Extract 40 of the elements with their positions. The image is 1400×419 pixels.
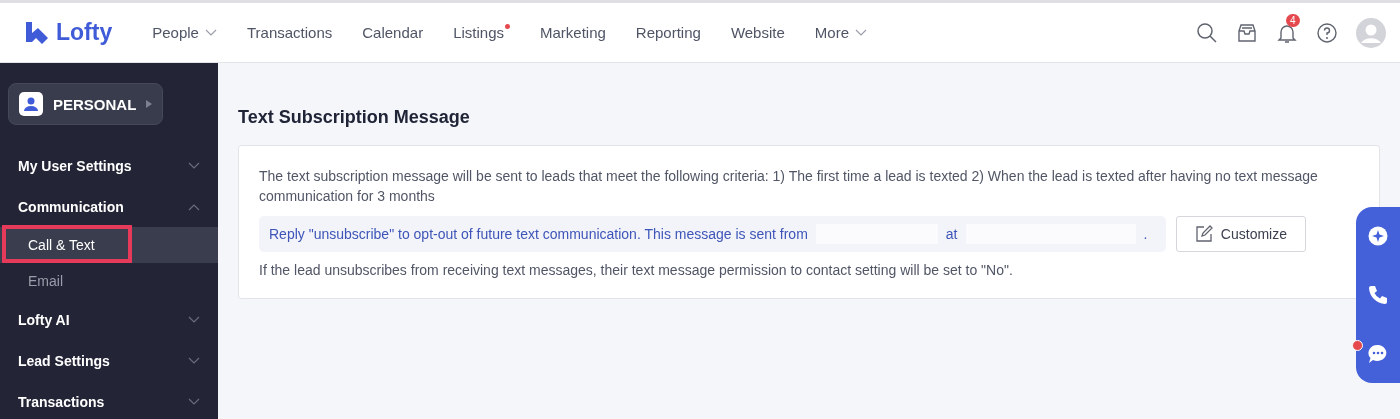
search-icon[interactable] (1196, 21, 1218, 44)
brand-name: Lofty (56, 19, 113, 46)
sidebar-section[interactable]: Transactions (0, 381, 218, 419)
notification-dot (505, 24, 510, 29)
nav-item[interactable]: More (814, 24, 867, 41)
nav-item[interactable]: People (152, 24, 217, 41)
chat-icon[interactable] (1367, 342, 1389, 365)
nav-item[interactable]: Reporting (635, 24, 701, 41)
footnote-text: If the lead unsubscribes from receiving text messages, their text message permission to contact setting will be set to "No". (259, 262, 1014, 278)
sidebar-section[interactable]: Communication (0, 186, 218, 227)
sidebar-section[interactable]: Lead Settings (0, 340, 218, 381)
chevron-icon (188, 315, 200, 324)
nav-item[interactable]: Transactions (246, 24, 333, 41)
account-switcher[interactable]: PERSONAL (8, 83, 164, 125)
phone-icon[interactable] (1367, 284, 1389, 306)
message-preview: Reply "unsubscribe" to opt-out of future text communication. This message is sent from at . (259, 216, 1166, 252)
sidebar-item[interactable]: Email (0, 263, 218, 299)
chevron-icon (188, 397, 200, 406)
nav-item[interactable]: Marketing (540, 24, 606, 41)
sidebar-section[interactable]: Lofty AI (0, 299, 218, 340)
customize-button[interactable]: Customize (1175, 216, 1306, 252)
nav-item[interactable]: Calendar (362, 24, 424, 41)
description-text: The text subscription message will be sent to leads that meet the following criteria: 1) The first time a lead is texted 2) When the lead is texted after having no text message communication for 3 months (259, 167, 1319, 206)
nav-item[interactable]: Website (730, 24, 785, 41)
sparkle-icon[interactable] (1367, 225, 1389, 248)
caret-icon (146, 100, 153, 108)
chevron-icon (188, 202, 200, 211)
logo-icon (24, 19, 50, 46)
notification-badge: 4 (1286, 13, 1300, 27)
person-icon (19, 92, 43, 116)
edit-icon (1194, 225, 1213, 243)
chevron-icon (204, 28, 217, 37)
chevron-icon (188, 356, 200, 365)
page-title: Text Subscription Message (238, 107, 471, 128)
chevron-icon (188, 161, 200, 170)
sidebar-section[interactable]: My User Settings (0, 145, 218, 186)
help-icon[interactable] (1316, 21, 1338, 44)
nav-item[interactable]: Listings (453, 24, 510, 41)
chevron-icon (855, 28, 867, 37)
inbox-icon[interactable] (1236, 21, 1258, 44)
